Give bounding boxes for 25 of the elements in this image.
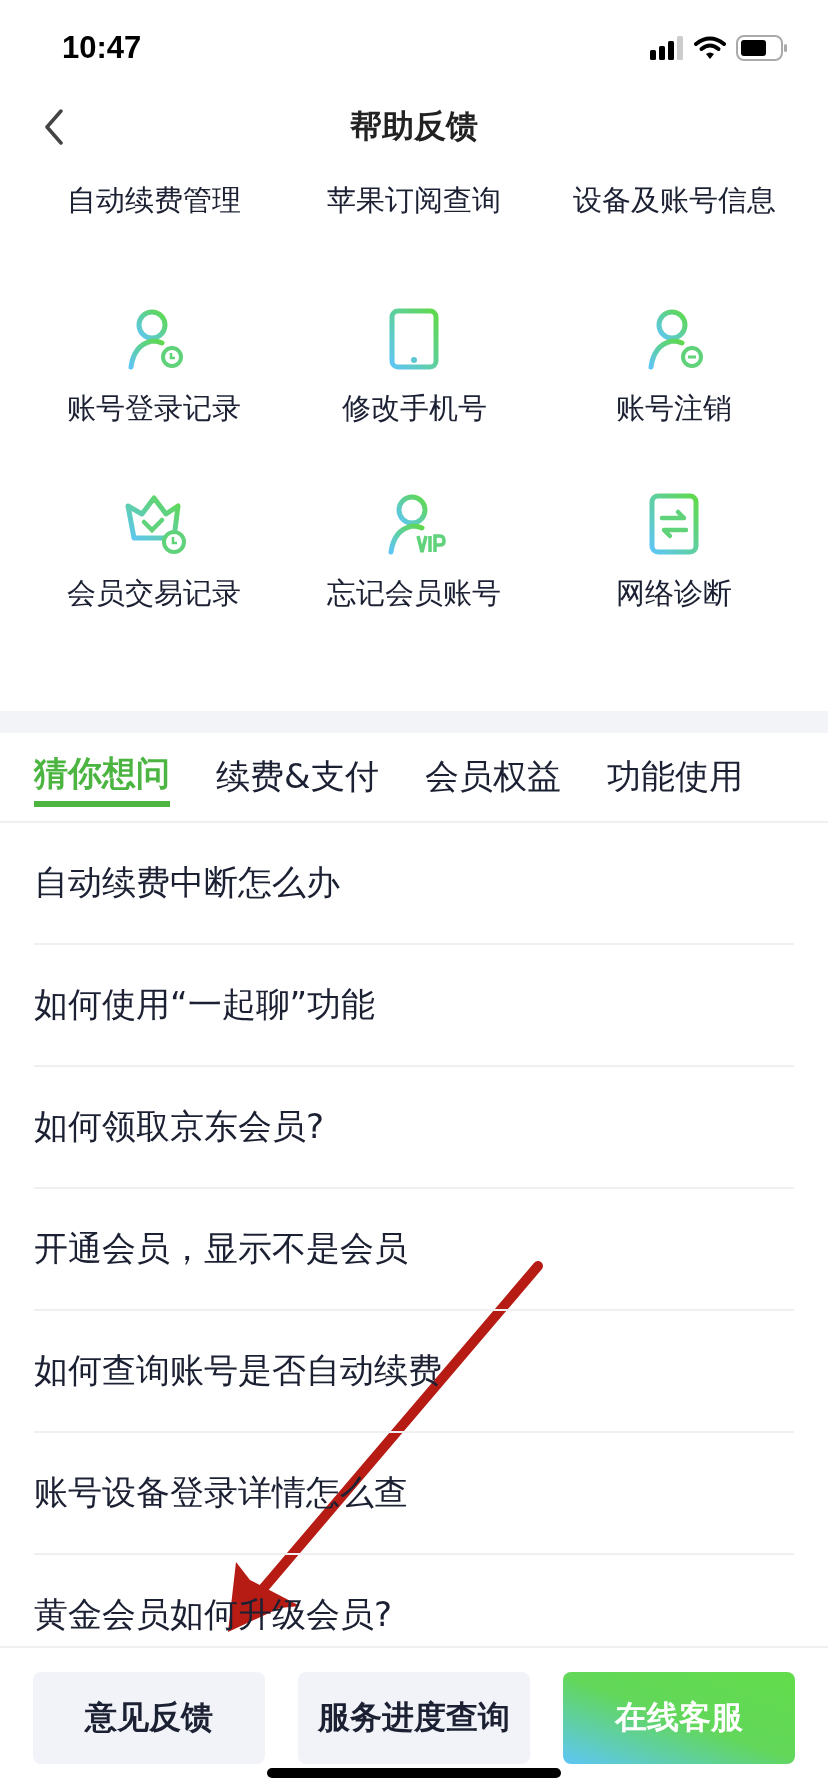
shortcut-label[interactable]: 网络诊断 xyxy=(616,574,732,614)
shortcut-label[interactable]: 账号注销 xyxy=(616,389,732,429)
shortcut-label[interactable]: 账号登录记录 xyxy=(67,389,241,429)
signal-icon xyxy=(650,36,684,60)
question-item[interactable]: 如何查询账号是否自动续费 xyxy=(34,1351,442,1391)
shortcut-label[interactable]: 苹果订阅查询 xyxy=(327,181,501,221)
question-item[interactable]: 自动续费中断怎么办 xyxy=(34,863,340,903)
question-item[interactable]: 如何使用“一起聊”功能 xyxy=(34,985,376,1025)
category-tab[interactable]: 续费&支付 xyxy=(216,747,379,807)
action-button[interactable]: 意见反馈 xyxy=(33,1672,265,1764)
back-icon[interactable] xyxy=(44,109,64,145)
status-time: 10:47 xyxy=(62,30,142,66)
shortcut-label[interactable]: 自动续费管理 xyxy=(67,181,241,221)
wifi-icon xyxy=(694,36,726,60)
shortcut-label[interactable]: 会员交易记录 xyxy=(67,574,241,614)
page-title: 帮助反馈 xyxy=(350,106,478,147)
category-tab[interactable]: 功能使用 xyxy=(606,747,743,807)
question-item[interactable]: 如何领取京东会员? xyxy=(34,1107,325,1147)
category-tab[interactable]: 会员权益 xyxy=(424,747,561,807)
shortcut-label[interactable]: 设备及账号信息 xyxy=(572,181,776,221)
action-button[interactable]: 服务进度查询 xyxy=(298,1672,530,1764)
shortcut-label[interactable]: 忘记会员账号 xyxy=(327,574,501,614)
battery-icon xyxy=(736,35,788,61)
question-item[interactable]: 开通会员，显示不是会员 xyxy=(34,1229,408,1269)
shortcut-label[interactable]: 修改手机号 xyxy=(341,389,487,429)
